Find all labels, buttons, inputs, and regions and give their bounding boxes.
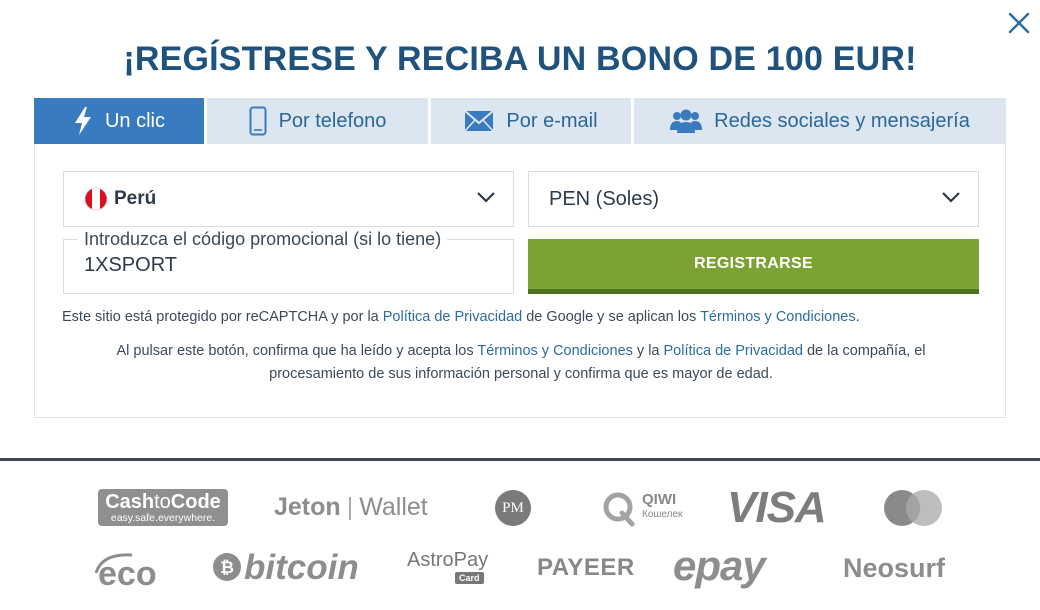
tab-label: Redes sociales y mensajería bbox=[714, 109, 970, 132]
svg-text:₿: ₿ bbox=[220, 558, 234, 577]
chevron-down-icon bbox=[477, 192, 495, 203]
peru-flag-icon bbox=[84, 187, 108, 211]
consent-notice: Al pulsar este botón, confirma que ha le… bbox=[116, 343, 926, 382]
tab-label: Por telefono bbox=[278, 109, 387, 132]
epay-logo: epay bbox=[673, 542, 766, 589]
currency-value: PEN (Soles) bbox=[549, 187, 660, 210]
astropay-logo: AstroPay Card bbox=[407, 549, 489, 584]
tab-label: Por e-mail bbox=[506, 109, 598, 132]
close-icon[interactable] bbox=[1006, 10, 1032, 36]
jeton-wallet-logo: Jeton | Wallet bbox=[274, 493, 428, 521]
bitcoin-icon: ₿ bbox=[213, 553, 241, 581]
lightning-icon bbox=[74, 107, 91, 135]
promo-code-field: Introduzca el código promocional (si lo … bbox=[63, 229, 514, 294]
people-icon bbox=[670, 109, 703, 133]
privacy-policy-link[interactable]: Política de Privacidad bbox=[383, 309, 522, 325]
payeer-logo: PAYEER bbox=[537, 554, 635, 581]
privacy-policy-link[interactable]: Política de Privacidad bbox=[664, 343, 803, 359]
neosurf-logo: Neosurf bbox=[843, 553, 946, 583]
mail-icon bbox=[464, 110, 495, 132]
visa-logo: VISA bbox=[727, 483, 827, 532]
terms-link[interactable]: Términos y Condiciones bbox=[700, 309, 856, 325]
perfect-money-logo: PM bbox=[495, 490, 531, 526]
registration-form: Perú PEN (Soles) Introduzca el código pr… bbox=[34, 144, 1006, 418]
recaptcha-notice: Este sitio está protegido por reCAPTCHA … bbox=[62, 309, 860, 325]
tab-phone[interactable]: Por telefono bbox=[207, 98, 431, 144]
country-select[interactable]: Perú bbox=[63, 171, 514, 227]
payment-methods: CashtoCode easy.safe.everywhere. Jeton | W… bbox=[0, 461, 1040, 610]
register-button[interactable]: REGISTRARSE bbox=[528, 239, 979, 294]
tab-one-click[interactable]: Un clic bbox=[34, 98, 207, 144]
tab-email[interactable]: Por e-mail bbox=[431, 98, 634, 144]
registration-tabs: Un clic Por telefono Por e-mail Redes so… bbox=[34, 98, 1006, 144]
ecopayz-logo: eco bbox=[94, 553, 157, 593]
qiwi-logo: QIWI Кошелек bbox=[602, 489, 692, 529]
phone-icon bbox=[249, 106, 267, 136]
tab-label: Un clic bbox=[104, 109, 165, 132]
chevron-down-icon bbox=[942, 192, 960, 203]
terms-link[interactable]: Términos y Condiciones bbox=[477, 343, 633, 359]
currency-select[interactable]: PEN (Soles) bbox=[528, 171, 979, 227]
page-title: ¡REGÍSTRESE Y RECIBA UN BONO DE 100 EUR! bbox=[123, 40, 917, 78]
promo-code-input[interactable] bbox=[84, 254, 484, 277]
qiwi-icon bbox=[603, 492, 635, 527]
cashtocode-logo: CashtoCode easy.safe.everywhere. bbox=[98, 489, 228, 526]
tab-social[interactable]: Redes sociales y mensajería bbox=[634, 98, 1006, 144]
registration-modal: ¡REGÍSTRESE Y RECIBA UN BONO DE 100 EUR!… bbox=[0, 0, 1040, 458]
promo-code-label: Introduzca el código promocional (si lo … bbox=[78, 229, 448, 250]
country-value: Perú bbox=[114, 188, 157, 209]
mastercard-logo bbox=[884, 490, 942, 526]
